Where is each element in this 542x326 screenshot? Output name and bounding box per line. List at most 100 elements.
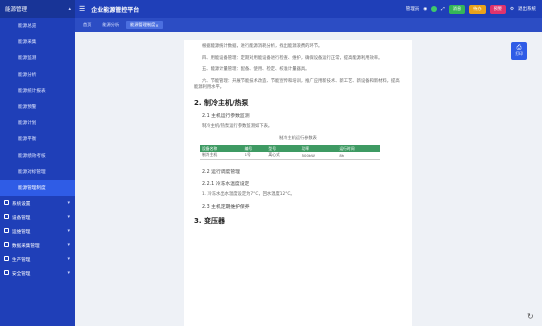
doc-paragraph: 五、能源计量管理：配备、使用、检定、校准计量器具。: [202, 67, 310, 72]
sidebar: 能源管理 ▴ 能源总览能源采集能源监测能源分析能源统计报表 能源预警能源计划能源平…: [0, 0, 75, 326]
sidebar-group[interactable]: 系统设置 ▾: [0, 196, 75, 210]
sidebar-item-label: 能源绩效考核: [18, 153, 46, 159]
sidebar-item-label: 能源预警: [18, 105, 37, 111]
table-caption: 制冷主机运行参数表: [279, 135, 317, 140]
chevron-down-icon: ▾: [67, 214, 70, 221]
doc-paragraph: 四、用能设备管理：定期对用能设备进行检查、维护，确保设备运行正常，提高能源利用效…: [202, 55, 383, 61]
section-heading: 2. 制冷主机/热泵: [194, 98, 249, 107]
sidebar-group[interactable]: 生产管理 ▾: [0, 252, 75, 266]
todo-button[interactable]: 待办: [469, 4, 486, 14]
sidebar-group-title: 生产管理: [4, 255, 30, 263]
todo-button-label: 待办: [473, 6, 482, 11]
app-root: 能源管理 ▴ 能源总览 能源采集 能源监测 能源分析 能源统计报表 能源预警 能源计划 能源平…: [0, 0, 542, 326]
sidebar-header[interactable]: 能源管理 ▴: [0, 0, 75, 18]
sidebar-item[interactable]: 能源计划: [0, 115, 75, 131]
sidebar-group[interactable]: 设备管理 ▾: [0, 210, 75, 224]
print-button-label: 打印: [515, 51, 523, 56]
sidebar-group-label: 运维管理: [12, 229, 31, 235]
sidebar-item-label: 能源管理制度: [18, 185, 46, 191]
doc-paragraph: 1. 冷冻水出水温度设定为7°C，回水温度12°C。: [202, 191, 295, 197]
tab[interactable]: 能源分析: [98, 21, 123, 29]
chevron-down-icon: ▾: [67, 256, 70, 263]
table-cell: 离心式: [266, 152, 300, 160]
doc-paragraph: 制冷主机/热泵运行参数监测如下表。: [202, 123, 273, 129]
tab-label: 能源管理制度: [130, 22, 156, 27]
sidebar-group-title: 安全管理: [4, 269, 31, 277]
menu-group-icon: [4, 227, 9, 233]
table-header-cell: 设备名称: [200, 145, 243, 152]
tab[interactable]: 能源管理制度 ×: [126, 21, 163, 29]
topbar-actions: 管理员 ◉ ⤢ 消息 待办 预警 ⚙ 退出系统: [406, 4, 536, 14]
user-icon[interactable]: ◉: [423, 7, 427, 12]
subsection-heading: 2.2 运行调度管理: [202, 169, 240, 175]
table-row: 制冷主机 1号 离心式 500kW 8h: [200, 152, 380, 160]
menu-group-icon: [4, 241, 9, 247]
table-header-cell: 运行时间: [337, 145, 380, 152]
chevron-down-icon: ▾: [67, 270, 70, 277]
menu-group-icon: [4, 255, 9, 261]
sidebar-item[interactable]: 能源对标管理: [0, 164, 75, 180]
close-icon[interactable]: ×: [155, 23, 159, 28]
app-title: 企业能源管控平台: [91, 6, 140, 14]
sidebar-item[interactable]: 能源绩效考核: [0, 148, 75, 164]
logout-link[interactable]: 退出系统: [518, 6, 536, 12]
sidebar-item-label: 能源对标管理: [18, 169, 46, 175]
sidebar-item[interactable]: 能源统计报表: [0, 83, 75, 99]
chevron-down-icon: ▾: [67, 200, 70, 207]
message-button[interactable]: 消息: [448, 4, 466, 14]
settings-icon[interactable]: ⚙: [510, 7, 514, 12]
tab-label: 首页: [83, 22, 92, 27]
parameter-table: 设备名称 编号 型号 功率 运行时间 制冷主机 1号 离心式 500kW 8h: [200, 145, 380, 160]
user-name[interactable]: 管理员: [406, 6, 420, 12]
table-header-row: 设备名称 编号 型号 功率 运行时间: [200, 145, 380, 152]
alert-button[interactable]: 预警: [489, 4, 506, 14]
table-header-cell: 型号: [266, 145, 300, 152]
sidebar-group[interactable]: 数据采集管理 ▾: [0, 238, 75, 252]
table-cell: 500kW: [299, 152, 338, 160]
sidebar-item[interactable]: 能源平衡: [0, 131, 75, 147]
sidebar-header-label: 能源管理: [5, 7, 28, 13]
sidebar-group-title: 设备管理: [4, 213, 30, 221]
sidebar-item[interactable]: 能源预警: [0, 99, 75, 115]
sidebar-item[interactable]: 能源监测: [0, 50, 75, 66]
alert-button-label: 预警: [493, 6, 502, 11]
sidebar-item[interactable]: 能源采集: [0, 34, 75, 50]
table-cell: 8h: [337, 152, 380, 160]
sidebar-group-label: 安全管理: [12, 271, 31, 277]
sidebar-group[interactable]: 安全管理 ▾: [0, 266, 75, 280]
sidebar-group-label: 系统设置: [12, 201, 31, 207]
sidebar-item[interactable]: 能源分析: [0, 67, 75, 83]
topbar: ☰ 企业能源管控平台 管理员 ◉ ⤢ 消息 待办 预警 ⚙ 退出系统: [75, 0, 542, 18]
sidebar-item[interactable]: 能源总览: [0, 18, 75, 34]
expand-icon[interactable]: ⤢: [441, 6, 445, 12]
sidebar-item-label: 能源监测: [18, 56, 37, 62]
doc-paragraph: 六、节能管理：开展节能技术改造、节能宣传和培训，推广应用新技术、新工艺、新设备和…: [194, 78, 400, 91]
sidebar-item-label: 能源平衡: [18, 137, 37, 143]
tab-label: 能源分析: [102, 22, 120, 27]
sidebar-group-title: 数据采集管理: [4, 241, 40, 249]
print-button[interactable]: ⎙ 打印: [511, 42, 527, 60]
sidebar-item-label: 能源采集: [18, 40, 37, 46]
sidebar-menu: 能源总览能源采集能源监测能源分析能源统计报表 能源预警能源计划能源平衡能源绩效考核…: [0, 18, 75, 197]
sidebar-item[interactable]: 能源管理制度: [0, 179, 75, 197]
refresh-icon[interactable]: ↻: [527, 312, 534, 321]
tab[interactable]: 首页: [79, 21, 95, 29]
sidebar-group[interactable]: 运维管理 ▾: [0, 224, 75, 238]
table-cell: 1号: [242, 152, 267, 160]
sidebar-item-label: 能源计划: [18, 121, 37, 127]
sidebar-group-title: 系统设置: [4, 199, 31, 207]
table-cell: 制冷主机: [200, 152, 243, 160]
subsection-heading: 2.3 主机定期维护保养: [202, 205, 250, 210]
sidebar-item-label: 能源总览: [18, 24, 37, 30]
menu-group-icon: [4, 199, 9, 205]
chevron-down-icon: ▾: [67, 228, 70, 235]
chevron-up-icon: ▴: [68, 6, 71, 12]
doc-paragraph: 根据能源统计数据，进行能源消耗分析，找出能源浪费的环节。: [202, 44, 323, 49]
subsection-heading: 2.1 主机运行参数监测: [202, 113, 250, 119]
sidebar-item-label: 能源统计报表: [18, 88, 46, 94]
sidebar-group-label: 数据采集管理: [12, 243, 40, 249]
menu-toggle-icon[interactable]: ☰: [79, 5, 85, 13]
table-header-cell: 编号: [242, 145, 267, 152]
sidebar-item-label: 能源分析: [18, 72, 37, 78]
document-viewer[interactable]: 根据能源统计数据，进行能源消耗分析，找出能源浪费的环节。 四、用能设备管理：定期…: [184, 40, 412, 326]
